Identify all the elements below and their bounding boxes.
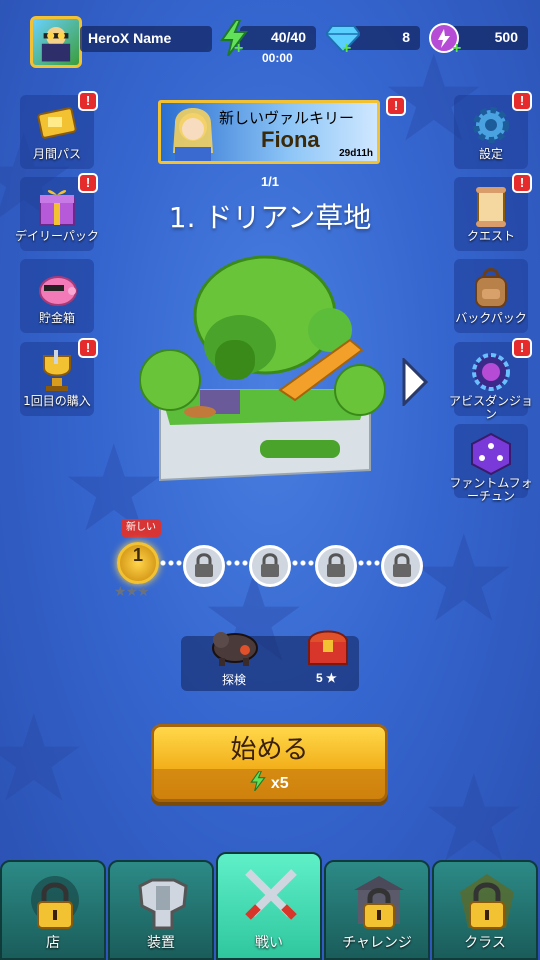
tab-challenge-label: チャレンジ: [342, 935, 412, 951]
level-number: 1: [132, 545, 143, 565]
start-button[interactable]: 始める x5: [151, 724, 388, 802]
tab-class-label: クラス: [464, 935, 506, 951]
explore-creature-icon: [212, 632, 258, 666]
first-purchase-label: 1回目の購入: [23, 394, 91, 408]
stage-island-illustration[interactable]: [130, 240, 400, 500]
alert-badge: !: [512, 91, 532, 111]
banner-hero-name: Fiona: [261, 127, 320, 152]
top-bar: HeroX Name 40/40 + 00:00 8 + 500 +: [0, 0, 540, 80]
level-stars: ★★★: [114, 584, 150, 600]
gear-icon: [473, 107, 509, 143]
new-tag: 新しい: [121, 519, 161, 537]
energy-timer: 00:00: [262, 51, 293, 65]
monthly-pass-label: 月間パス: [32, 147, 81, 161]
lock-icon: [31, 876, 79, 929]
energy-counter: 40/40: [240, 26, 316, 50]
orb-add-icon[interactable]: +: [452, 40, 461, 58]
stage-progress: 1/1: [260, 174, 280, 189]
phantom-fortune-label: ファントムフォーチュン: [449, 476, 533, 503]
alert-badge: !: [512, 338, 532, 358]
level-node-locked[interactable]: [249, 545, 291, 587]
player-name: HeroX Name: [80, 26, 212, 52]
dice-icon: [471, 432, 511, 476]
trophy-icon: [43, 350, 71, 391]
banner-alert-badge: !: [386, 96, 406, 116]
level-node-locked[interactable]: [183, 545, 225, 587]
crossed-swords-icon: [245, 869, 297, 920]
tab-challenge[interactable]: チャレンジ: [324, 860, 430, 960]
piggy-bank-icon: [39, 276, 77, 306]
new-valkyrie-banner[interactable]: 新しいヴァルキリー Fiona 29d11h: [158, 100, 380, 164]
start-button-label: 始める: [230, 735, 309, 765]
lock-icon: [195, 553, 213, 577]
avatar-icon: [41, 26, 71, 62]
banner-time-left: 29d11h: [339, 148, 373, 159]
piggy-bank-button[interactable]: 貯金箱: [20, 259, 94, 333]
portal-icon: [472, 353, 510, 391]
tab-class[interactable]: クラス: [432, 860, 538, 960]
explore-label: 探検: [222, 673, 247, 687]
orb-counter: 500: [450, 26, 528, 50]
backpack-icon: [475, 268, 507, 308]
stage-title: 1. ドリアン草地: [168, 201, 372, 234]
lock-icon: [460, 874, 514, 929]
lightning-icon: [250, 770, 267, 792]
lock-icon: [327, 553, 345, 577]
backpack-label: バックパック: [455, 311, 527, 325]
tab-equipment[interactable]: 装置: [108, 860, 214, 960]
lock-icon: [354, 876, 404, 929]
banner-title: 新しいヴァルキリー: [219, 109, 355, 127]
alert-badge: !: [78, 91, 98, 111]
start-cost-value: x5: [270, 775, 289, 792]
tab-shop[interactable]: 店: [0, 860, 106, 960]
player-avatar[interactable]: [30, 16, 82, 68]
first-purchase-button[interactable]: ! 1回目の購入: [20, 338, 98, 416]
gem-add-icon[interactable]: +: [342, 40, 351, 58]
level-node-current[interactable]: 1: [117, 542, 159, 584]
treasure-chest-icon[interactable]: [305, 626, 351, 666]
lock-icon: [261, 553, 279, 577]
backpack-button[interactable]: バックパック: [454, 259, 528, 333]
energy-add-icon[interactable]: +: [234, 40, 243, 58]
tab-battle-label: 戦い: [255, 935, 283, 951]
phantom-fortune-button[interactable]: ファントムフォーチュン: [449, 424, 533, 503]
level-node-locked[interactable]: [315, 545, 357, 587]
next-stage-arrow-icon[interactable]: [400, 358, 428, 406]
armor-icon: [138, 878, 188, 930]
tab-battle[interactable]: 戦い: [216, 852, 322, 960]
piggy-bank-label: 貯金箱: [38, 311, 75, 325]
level-node-locked[interactable]: [381, 545, 423, 587]
valkyrie-portrait-icon: [173, 108, 213, 161]
abyss-dungeon-button[interactable]: ! アビスダンジョン: [449, 338, 533, 421]
monthly-pass-icon: [37, 107, 77, 139]
alert-badge: !: [78, 338, 98, 358]
settings-label: 設定: [478, 147, 503, 161]
reward-star-count: 5 ★: [316, 671, 337, 685]
bottom-nav: 店 装置 戦い チャレンジ クラス: [0, 852, 540, 960]
settings-button[interactable]: ! 設定: [454, 91, 532, 169]
abyss-dungeon-label: アビスダンジョン: [448, 394, 533, 421]
tab-equipment-label: 装置: [147, 935, 175, 951]
start-cost: x5: [154, 769, 385, 799]
lock-icon: [393, 553, 411, 577]
tab-shop-label: 店: [46, 935, 60, 951]
monthly-pass-button[interactable]: ! 月間パス: [20, 91, 98, 169]
